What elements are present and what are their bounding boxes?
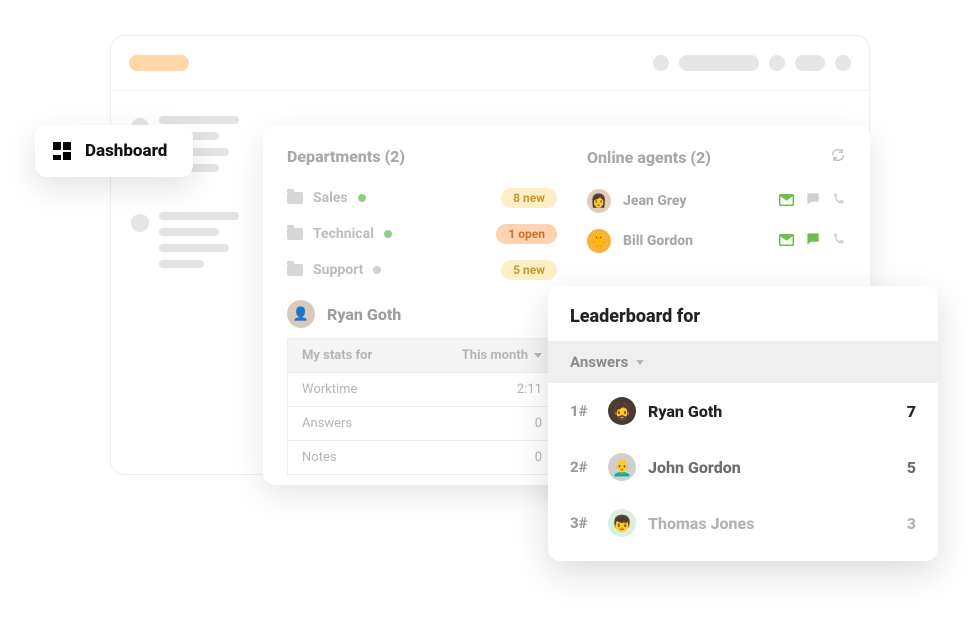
placeholder-pill (795, 55, 825, 71)
department-badge: 1 open (496, 224, 557, 244)
leaderboard-score: 3 (907, 514, 916, 533)
departments-title: Departments (2) (287, 147, 557, 166)
leaderboard-row[interactable]: 3# 👦 Thomas Jones 3 (548, 495, 938, 551)
agent-row[interactable]: 👩 Jean Grey (587, 181, 846, 221)
placeholder-dot (653, 55, 669, 71)
placeholder-pill (679, 55, 759, 71)
stat-row: Worktime 2:11 (288, 373, 556, 407)
phone-icon[interactable] (832, 192, 846, 210)
chat-icon[interactable] (806, 192, 820, 210)
department-badge: 5 new (501, 260, 557, 280)
mail-icon[interactable] (779, 232, 794, 250)
leaderboard-rank: 2# (570, 458, 596, 476)
online-agents-title: Online agents (2) (587, 148, 711, 167)
avatar: 👩 (587, 189, 611, 213)
stat-value: 2:11 (517, 382, 542, 397)
dashboard-card[interactable]: Dashboard (35, 125, 193, 177)
my-stats-filter-label: My stats for (302, 348, 372, 363)
placeholder-logo (129, 55, 189, 71)
leaderboard-name: Ryan Goth (648, 402, 722, 421)
dashboard-label: Dashboard (85, 141, 167, 161)
department-row[interactable]: Sales 8 new (287, 180, 557, 216)
dashboard-icon (53, 142, 71, 160)
agent-name: Jean Grey (623, 193, 687, 209)
stat-value: 0 (535, 450, 542, 465)
status-dot-icon (358, 194, 366, 202)
avatar: 👨‍🦲 (608, 453, 636, 481)
departments-column: Departments (2) Sales 8 new Technical 1 … (287, 147, 557, 475)
status-dot-icon (373, 266, 381, 274)
department-name: Sales (313, 190, 348, 206)
leaderboard-score: 7 (907, 402, 916, 421)
mail-icon[interactable] (779, 192, 794, 210)
folder-icon (287, 228, 303, 240)
leaderboard-score: 5 (907, 458, 916, 477)
avatar: 👦 (608, 509, 636, 537)
leaderboard-filter-label: Answers (570, 353, 628, 371)
leaderboard-name: Thomas Jones (648, 514, 754, 533)
avatar (587, 229, 611, 253)
leaderboard-card: Leaderboard for Answers 1# 🧔 Ryan Goth 7… (548, 286, 938, 561)
my-stats-agent-name: Ryan Goth (327, 305, 401, 324)
stat-row: Notes 0 (288, 441, 556, 474)
leaderboard-title: Leaderboard for (548, 286, 938, 341)
chat-icon[interactable] (806, 232, 820, 250)
status-dot-icon (384, 230, 392, 238)
my-stats-period: This month (462, 348, 528, 363)
agent-name: Bill Gordon (623, 233, 693, 249)
my-stats-filter-row[interactable]: My stats for This month (288, 339, 556, 373)
leaderboard-name: John Gordon (648, 458, 741, 477)
department-badge: 8 new (501, 188, 557, 208)
stat-label: Answers (302, 416, 352, 431)
stat-label: Notes (302, 450, 337, 465)
folder-icon (287, 264, 303, 276)
leaderboard-row[interactable]: 1# 🧔 Ryan Goth 7 (548, 383, 938, 439)
stat-value: 0 (535, 416, 542, 431)
my-stats-table: My stats for This month Worktime 2:11 An… (287, 338, 557, 475)
my-stats-section: 👤 Ryan Goth My stats for This month Work… (287, 300, 557, 475)
stat-label: Worktime (302, 382, 357, 397)
placeholder-dot (769, 55, 785, 71)
chevron-down-icon (534, 353, 542, 358)
placeholder-dot (835, 55, 851, 71)
background-window-header (111, 36, 869, 91)
stat-row: Answers 0 (288, 407, 556, 441)
department-row[interactable]: Technical 1 open (287, 216, 557, 252)
placeholder-toolbar (653, 55, 851, 71)
leaderboard-row[interactable]: 2# 👨‍🦲 John Gordon 5 (548, 439, 938, 495)
department-name: Support (313, 262, 363, 278)
folder-icon (287, 192, 303, 204)
chevron-down-icon (636, 360, 644, 365)
leaderboard-rank: 3# (570, 514, 596, 532)
leaderboard-rank: 1# (570, 402, 596, 420)
agent-row[interactable]: Bill Gordon (587, 221, 846, 261)
department-name: Technical (313, 226, 374, 242)
refresh-icon[interactable] (830, 147, 846, 167)
department-row[interactable]: Support 5 new (287, 252, 557, 288)
avatar: 👤 (287, 300, 315, 328)
phone-icon[interactable] (832, 232, 846, 250)
leaderboard-filter[interactable]: Answers (548, 341, 938, 383)
avatar: 🧔 (608, 397, 636, 425)
